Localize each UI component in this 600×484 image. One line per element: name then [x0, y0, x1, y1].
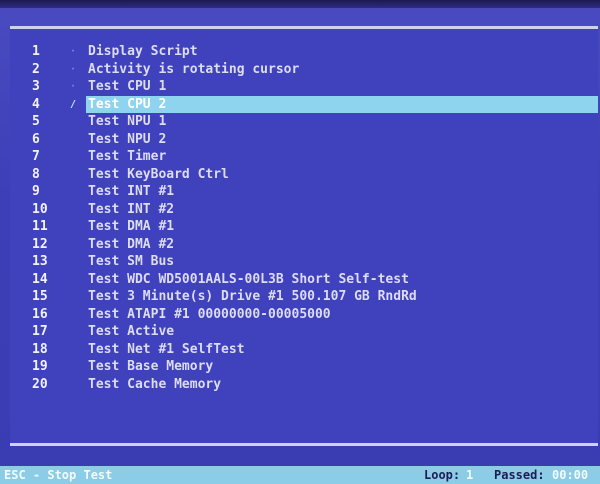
test-label: Test KeyBoard Ctrl [88, 166, 229, 182]
passed-label: Passed: [494, 468, 545, 482]
test-row[interactable]: 14 Test WDC WD5001AALS-00L3B Short Self-t… [10, 271, 598, 289]
test-row[interactable]: 13 Test SM Bus [10, 253, 598, 271]
test-row[interactable]: 2 · Activity is rotating cursor [10, 61, 598, 79]
test-label: Test Base Memory [88, 359, 214, 374]
test-row[interactable]: 16 Test ATAPI #1 00000000-00005000 [10, 306, 598, 324]
test-label: Test Active [88, 324, 175, 339]
status-marker-icon: · [70, 63, 77, 75]
test-label: Test ATAPI #1 00000000-00005000 [88, 306, 331, 322]
test-row[interactable]: 19 Test Base Memory [10, 358, 598, 376]
test-number: 17 [32, 324, 48, 339]
test-label: Test DMA #1 [88, 219, 175, 234]
loop-label: Loop: [424, 468, 461, 482]
test-row[interactable]: 9 Test INT #1 [10, 183, 598, 201]
test-list: 1 · Display Script 2 · Activity is rotating c… [10, 43, 598, 393]
test-row[interactable]: 10 Test INT #2 [10, 201, 598, 219]
test-number: 6 [32, 131, 40, 147]
test-label: Test SM Bus [88, 254, 175, 269]
test-label: Display Script [88, 44, 198, 59]
test-number: 16 [32, 306, 48, 322]
test-number: 20 [32, 376, 48, 392]
monitor-bezel [0, 0, 600, 8]
test-label: Test NPU 1 [88, 114, 167, 129]
loop-count: 1 [466, 468, 474, 482]
test-row[interactable]: 20 Test Cache Memory [10, 376, 598, 394]
test-label: Test Cache Memory [88, 376, 222, 392]
test-row[interactable]: 18 Test Net #1 SelfTest [10, 341, 598, 359]
test-label: Test CPU 1 [88, 79, 167, 94]
status-marker-icon: · [70, 81, 77, 92]
status-marker-icon: / [70, 98, 77, 110]
test-row[interactable]: 15 Test 3 Minute(s) Drive #1 500.107 GB R… [10, 288, 598, 306]
test-label: Test DMA #2 [88, 236, 175, 252]
test-label: Test 3 Minute(s) Drive #1 500.107 GB Rnd… [88, 289, 417, 304]
test-row[interactable]: 7 Test Timer [10, 148, 598, 166]
test-number: 7 [32, 149, 40, 164]
test-row[interactable]: 1 · Display Script [10, 43, 598, 61]
test-number: 3 [32, 79, 40, 94]
test-number: 2 [32, 61, 40, 77]
test-number: 10 [32, 201, 48, 217]
passed-time: 00:00 [552, 468, 589, 482]
test-row[interactable]: 11 Test DMA #1 [10, 218, 598, 236]
test-number: 9 [32, 184, 40, 199]
test-number: 14 [32, 271, 48, 287]
test-row[interactable]: 12 Test DMA #2 [10, 236, 598, 254]
test-label: Test NPU 2 [88, 131, 167, 147]
test-number: 1 [32, 44, 40, 59]
test-number: 19 [32, 359, 48, 374]
test-number: 4 [32, 96, 40, 112]
test-row[interactable]: 6 Test NPU 2 [10, 131, 598, 149]
test-number: 12 [32, 236, 48, 252]
test-number: 8 [32, 166, 40, 182]
test-label: Test Timer [88, 149, 167, 164]
test-row[interactable]: 17 Test Active [10, 323, 598, 341]
test-label: Test Net #1 SelfTest [88, 341, 245, 357]
test-number: 18 [32, 341, 48, 357]
test-row[interactable]: 5 Test NPU 1 [10, 113, 598, 131]
test-row[interactable]: 8 Test KeyBoard Ctrl [10, 166, 598, 184]
test-number: 11 [32, 219, 48, 234]
test-label: Test WDC WD5001AALS-00L3B Short Self-tes… [88, 271, 409, 287]
test-number: 5 [32, 114, 40, 129]
test-row[interactable]: 3 · Test CPU 1 [10, 78, 598, 96]
test-label: Test INT #2 [88, 201, 175, 217]
status-marker-icon: · [70, 46, 77, 57]
stop-test-hint[interactable]: ESC - Stop Test [4, 466, 112, 484]
test-list-panel: 1 · Display Script 2 · Activity is rotating c… [10, 26, 598, 446]
test-row-current[interactable]: 4 / Test CPU 2 [10, 95, 598, 114]
diagnostic-screen: 1 · Display Script 2 · Activity is rotating c… [0, 0, 600, 484]
test-label: Test INT #1 [88, 184, 175, 199]
test-label: Activity is rotating cursor [88, 61, 300, 77]
test-number: 15 [32, 289, 48, 304]
status-bar: ESC - Stop Test Loop: 1 Passed: 00:00 [0, 466, 600, 484]
test-label: Test CPU 2 [88, 96, 167, 112]
test-number: 13 [32, 254, 48, 269]
